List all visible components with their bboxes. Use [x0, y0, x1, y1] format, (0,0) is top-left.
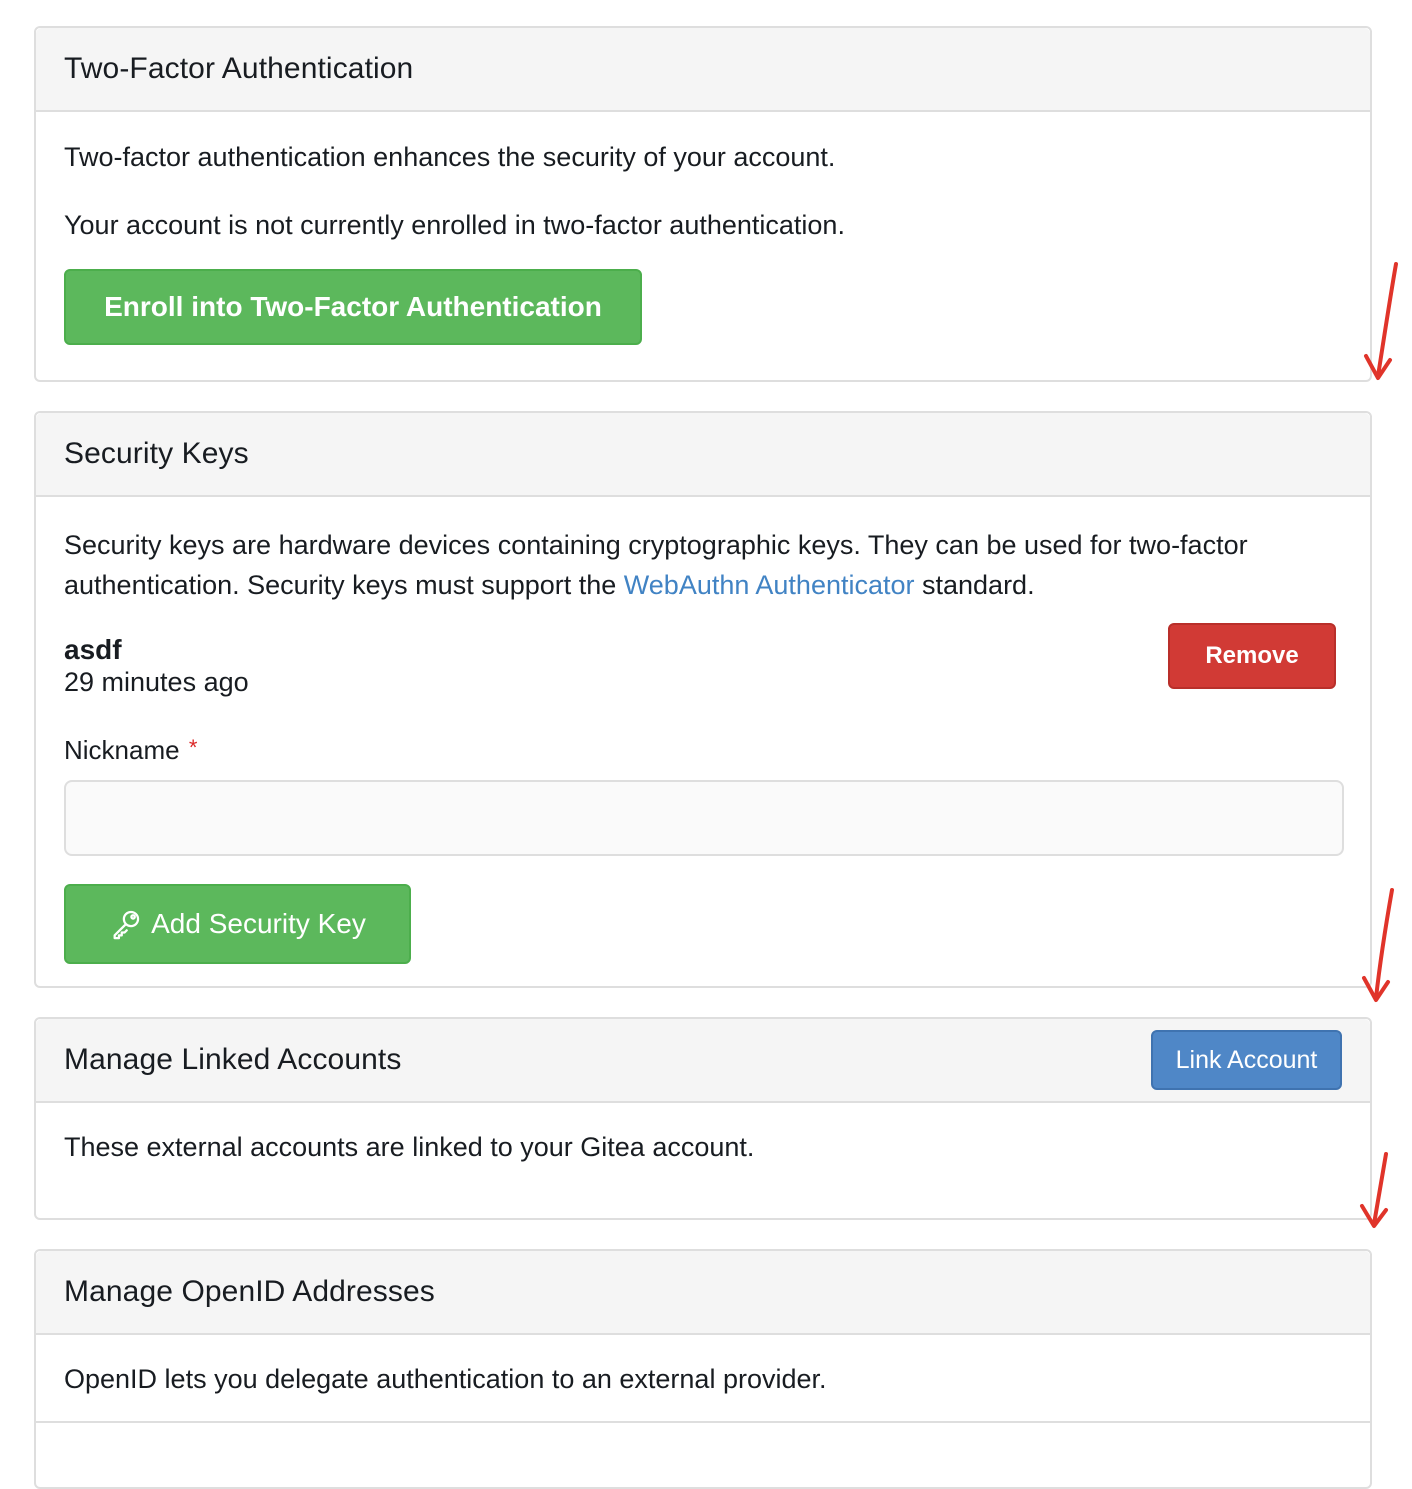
two-factor-description: Two-factor authentication enhances the s…: [64, 142, 836, 172]
enroll-two-factor-label: Enroll into Two-Factor Authentication: [104, 291, 602, 322]
openid-title: Manage OpenID Addresses: [64, 1275, 435, 1308]
required-marker: *: [188, 735, 198, 760]
openid-description: OpenID lets you delegate authentication …: [64, 1364, 827, 1394]
security-keys-header: Security Keys: [36, 413, 1370, 497]
security-key-name: asdf: [64, 634, 122, 665]
linked-accounts-description: These external accounts are linked to yo…: [64, 1132, 755, 1162]
annotation-arrow-3: [1360, 1152, 1388, 1228]
key-icon: [109, 907, 143, 941]
security-keys-description: Security keys are hardware devices conta…: [64, 497, 1294, 605]
openid-body: OpenID lets you delegate authentication …: [36, 1335, 1370, 1423]
enroll-two-factor-button[interactable]: Enroll into Two-Factor Authentication: [64, 269, 642, 345]
security-keys-section: Security Keys Security keys are hardware…: [34, 411, 1372, 988]
add-security-key-button[interactable]: Add Security Key: [64, 884, 411, 964]
link-account-label: Link Account: [1175, 1045, 1318, 1074]
two-factor-section: Two-Factor Authentication Two-factor aut…: [34, 26, 1372, 382]
two-factor-body: Two-factor authentication enhances the s…: [36, 112, 1370, 345]
two-factor-title: Two-Factor Authentication: [64, 52, 414, 85]
two-factor-status: Your account is not currently enrolled i…: [64, 210, 845, 240]
security-key-time: 29 minutes ago: [64, 667, 249, 697]
annotation-arrow-2: [1362, 888, 1394, 1002]
linked-accounts-section: Manage Linked Accounts Link Account Thes…: [34, 1017, 1372, 1220]
linked-accounts-body: These external accounts are linked to yo…: [36, 1103, 1370, 1167]
openid-section: Manage OpenID Addresses OpenID lets you …: [34, 1249, 1372, 1489]
link-account-button[interactable]: Link Account: [1151, 1030, 1342, 1090]
openid-header: Manage OpenID Addresses: [36, 1251, 1370, 1335]
security-keys-body: Security keys are hardware devices conta…: [36, 497, 1370, 964]
webauthn-link[interactable]: WebAuthn Authenticator: [624, 570, 915, 600]
linked-accounts-title: Manage Linked Accounts: [64, 1043, 402, 1076]
add-security-key-label: Add Security Key: [151, 908, 366, 939]
two-factor-header: Two-Factor Authentication: [36, 28, 1370, 112]
remove-security-key-button[interactable]: Remove: [1168, 623, 1336, 689]
annotation-arrow-1: [1364, 262, 1398, 380]
linked-accounts-header: Manage Linked Accounts Link Account: [36, 1019, 1370, 1103]
nickname-label-row: Nickname *: [64, 735, 1342, 766]
security-keys-title: Security Keys: [64, 437, 249, 470]
nickname-label: Nickname: [64, 735, 180, 765]
nickname-input[interactable]: [64, 780, 1344, 856]
security-keys-description-end: standard.: [914, 570, 1035, 600]
remove-label: Remove: [1205, 642, 1299, 669]
security-key-item: asdf 29 minutes ago Remove: [64, 623, 1342, 701]
